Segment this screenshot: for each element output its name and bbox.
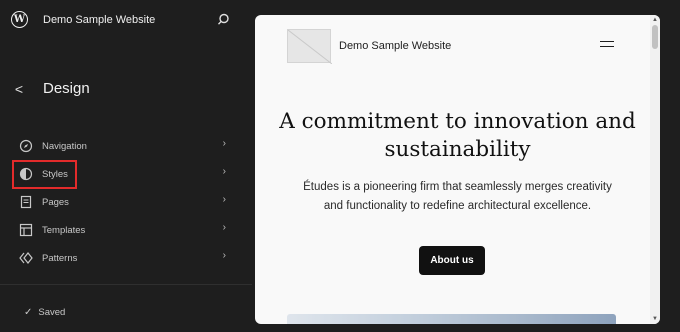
topbar: W Demo Sample Website — [0, 0, 252, 40]
design-header: < Design — [0, 74, 252, 104]
scroll-up-icon[interactable]: ▲ — [652, 17, 658, 23]
wordpress-logo-icon[interactable]: W — [11, 11, 28, 28]
hero-image — [287, 314, 616, 324]
nav-item-label: Navigation — [42, 140, 87, 152]
about-us-button[interactable]: About us — [419, 246, 485, 275]
nav-item-label: Pages — [42, 196, 69, 208]
nav-item-label: Templates — [42, 224, 86, 236]
nav-item-label: Styles — [42, 168, 68, 180]
save-status: ✓ Saved — [24, 307, 65, 318]
sidebar: W Demo Sample Website < Design Navigatio… — [0, 0, 252, 332]
back-button[interactable]: < — [11, 80, 27, 98]
compass-icon — [19, 139, 33, 153]
chevron-right-icon: › — [222, 166, 226, 177]
hero-body: Études is a pioneering firm that seamles… — [303, 181, 612, 212]
preview-header: Demo Sample Website — [255, 15, 650, 75]
search-icon — [217, 13, 229, 25]
chevron-right-icon: › — [222, 138, 226, 149]
site-preview[interactable]: Demo Sample Website A commitment to inno… — [255, 15, 660, 324]
hero-heading: A commitment to innovation and sustainab… — [279, 109, 636, 162]
chevron-right-icon: › — [222, 222, 226, 233]
scrollbar[interactable]: ▲ ▼ — [650, 15, 660, 324]
search-button[interactable] — [214, 11, 232, 29]
menu-icon[interactable] — [600, 41, 614, 50]
nav-item-navigation[interactable]: Navigation › — [12, 135, 230, 157]
chevron-right-icon: › — [222, 250, 226, 261]
nav-item-styles[interactable]: Styles › — [12, 163, 230, 185]
page-icon — [19, 195, 33, 209]
preview-site-name: Demo Sample Website — [339, 40, 452, 52]
site-logo-placeholder — [287, 29, 333, 65]
scroll-down-icon[interactable]: ▼ — [652, 316, 658, 322]
divider — [0, 284, 252, 285]
half-circle-icon — [19, 167, 33, 181]
nav-item-templates[interactable]: Templates › — [12, 219, 230, 241]
diamond-icon — [19, 251, 33, 265]
nav-item-pages[interactable]: Pages › — [12, 191, 230, 213]
nav-item-patterns[interactable]: Patterns › — [12, 247, 230, 269]
chevron-right-icon: › — [222, 194, 226, 205]
nav-item-label: Patterns — [42, 252, 78, 264]
check-icon: ✓ — [24, 307, 33, 318]
page-title: Design — [43, 80, 90, 97]
layout-icon — [19, 223, 33, 237]
site-title: Demo Sample Website — [43, 14, 156, 26]
saved-label: Saved — [38, 307, 66, 318]
scroll-thumb[interactable] — [652, 25, 658, 49]
